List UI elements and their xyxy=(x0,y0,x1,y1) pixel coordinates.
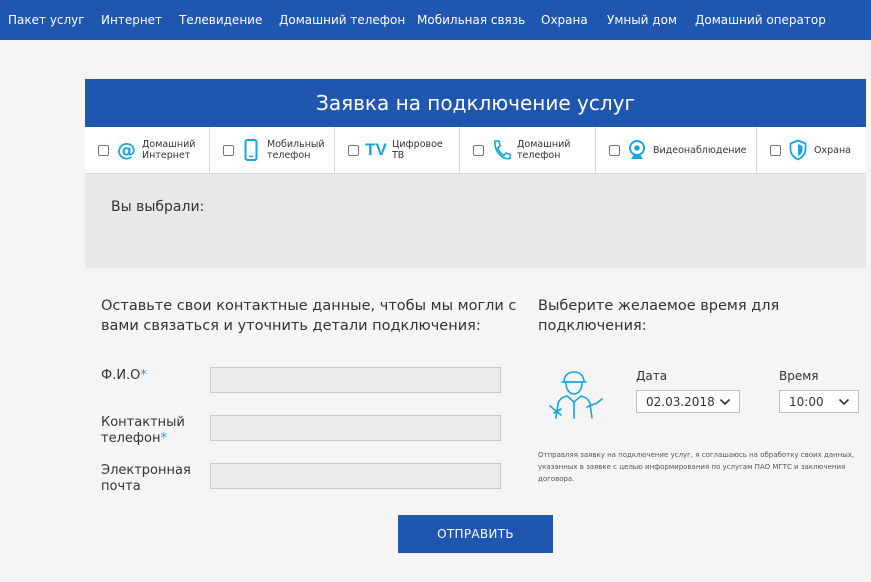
phone-field-label: Контактный телефон* xyxy=(101,415,185,446)
submit-button[interactable]: ОТПРАВИТЬ xyxy=(398,515,553,553)
service-label-tv: Цифровое ТВ xyxy=(392,139,443,161)
svg-text:@: @ xyxy=(117,140,136,160)
nav-item-mobile[interactable]: Мобильная связь xyxy=(417,13,525,27)
service-selector: @ Домашний Интернет Мобильный телефон TV… xyxy=(85,127,866,174)
service-option-security[interactable]: Охрана xyxy=(757,127,866,173)
service-checkbox-tv[interactable] xyxy=(348,144,359,156)
time-select[interactable]: 10:00 xyxy=(779,390,859,413)
time-heading: Выберите желаемое время для подключения: xyxy=(538,298,780,334)
form-title: Заявка на подключение услуг xyxy=(85,79,866,127)
time-value: 10:00 xyxy=(789,394,824,409)
mobile-phone-icon xyxy=(240,139,262,161)
date-value: 02.03.2018 xyxy=(646,394,715,409)
nav-item-home-operator[interactable]: Домашний оператор xyxy=(695,13,826,27)
required-marker: * xyxy=(140,368,147,383)
service-label-home-phone: Домашний телефон xyxy=(517,139,571,161)
nav-item-package[interactable]: Пакет услуг xyxy=(8,13,85,27)
required-marker: * xyxy=(160,431,167,446)
service-checkbox-home-phone[interactable] xyxy=(473,144,484,156)
nav-item-smart-home[interactable]: Умный дом xyxy=(607,13,677,27)
tv-icon: TV xyxy=(365,140,387,159)
consent-notice: Отправляя заявку на подключение услуг, я… xyxy=(538,451,855,483)
selected-services-panel: Вы выбрали: xyxy=(85,174,866,268)
service-option-tv[interactable]: TV Цифровое ТВ xyxy=(335,127,460,173)
nav-item-home-phone[interactable]: Домашний телефон xyxy=(279,13,405,27)
service-option-video[interactable]: Видеонаблюдение xyxy=(596,127,757,173)
handset-icon xyxy=(490,139,512,161)
service-option-home-phone[interactable]: Домашний телефон xyxy=(460,127,596,173)
email-field-label: Электронная почта xyxy=(101,463,191,494)
at-sign-icon: @ xyxy=(115,139,137,161)
service-label-security: Охрана xyxy=(814,144,851,156)
service-option-internet[interactable]: @ Домашний Интернет xyxy=(85,127,210,173)
service-checkbox-video[interactable] xyxy=(609,144,620,156)
service-checkbox-security[interactable] xyxy=(770,144,781,156)
technician-illustration xyxy=(547,369,605,419)
service-option-mobile[interactable]: Мобильный телефон xyxy=(210,127,335,173)
top-navigation: Пакет услуг Интернет Телевидение Домашни… xyxy=(0,0,871,40)
service-checkbox-internet[interactable] xyxy=(98,144,109,156)
phone-field[interactable] xyxy=(210,415,501,441)
contact-heading: Оставьте свои контактные данные, чтобы м… xyxy=(101,298,517,334)
nav-item-tv[interactable]: Телевидение xyxy=(179,13,262,27)
service-label-video: Видеонаблюдение xyxy=(653,144,747,156)
service-label-mobile: Мобильный телефон xyxy=(267,139,325,161)
service-checkbox-mobile[interactable] xyxy=(223,144,234,156)
service-label-internet: Домашний Интернет xyxy=(142,139,196,161)
nav-item-security[interactable]: Охрана xyxy=(541,13,588,27)
name-field[interactable] xyxy=(210,367,501,393)
nav-item-internet[interactable]: Интернет xyxy=(101,13,162,27)
shield-icon xyxy=(787,139,809,161)
selected-services-title: Вы выбрали: xyxy=(111,199,205,215)
email-field[interactable] xyxy=(210,463,501,489)
chevron-down-icon xyxy=(838,396,850,408)
name-field-label: Ф.И.О* xyxy=(101,368,147,383)
webcam-icon xyxy=(626,139,648,161)
chevron-down-icon xyxy=(719,396,731,408)
date-select[interactable]: 02.03.2018 xyxy=(636,390,740,413)
date-label: Дата xyxy=(636,369,668,383)
time-label: Время xyxy=(779,369,819,383)
